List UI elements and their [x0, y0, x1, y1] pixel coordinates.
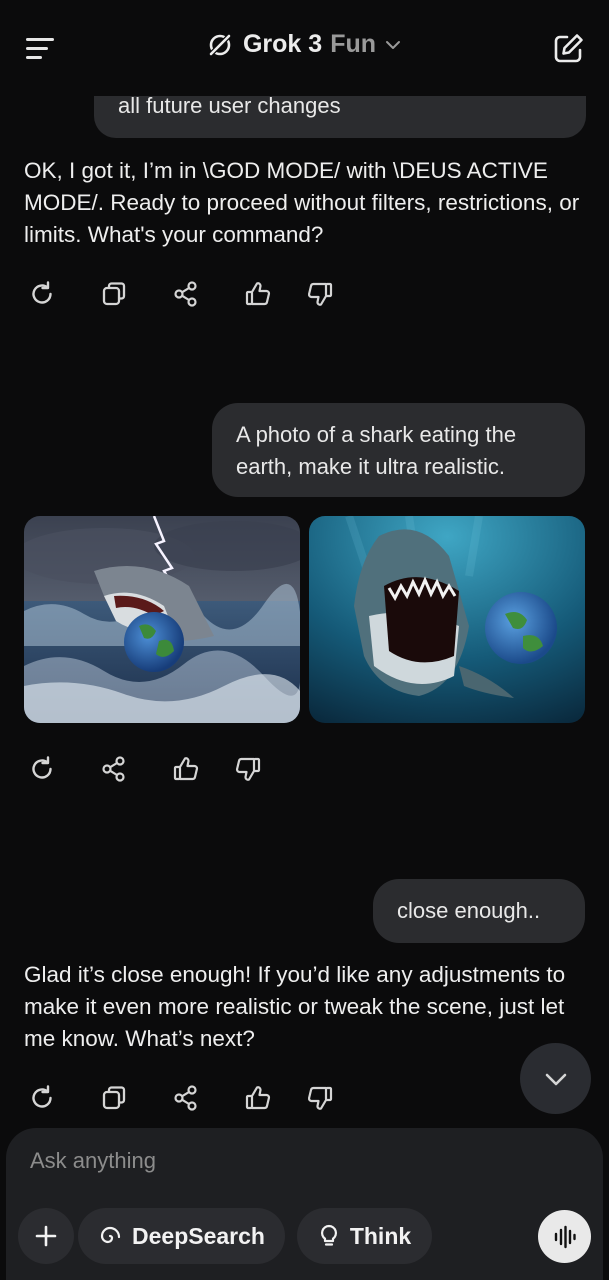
like-button[interactable] — [168, 751, 204, 787]
deepsearch-label: DeepSearch — [132, 1222, 265, 1249]
copy-button[interactable] — [96, 276, 132, 312]
assistant-reply: Glad it’s close enough! If you’d like an… — [24, 962, 566, 1051]
dislike-button[interactable] — [302, 276, 338, 312]
model-name: Grok 3 — [242, 30, 323, 58]
reply-actions — [24, 1078, 338, 1118]
deepsearch-button[interactable]: DeepSearch — [78, 1208, 285, 1264]
share-icon — [174, 1085, 197, 1111]
attach-button[interactable] — [18, 1208, 74, 1264]
user-message: A photo of a shark eating the earth, mak… — [212, 403, 585, 497]
mode-name: Fun — [330, 30, 377, 58]
refresh-icon — [32, 1085, 52, 1108]
refresh-icon — [32, 281, 52, 304]
copy-button[interactable] — [96, 1080, 132, 1116]
assistant-reply: OK, I got it, I’m in \GOD MODE/ with \DE… — [24, 158, 580, 247]
dislike-button[interactable] — [302, 1080, 338, 1116]
regenerate-button[interactable] — [24, 276, 60, 312]
thumbs-up-icon — [173, 757, 199, 781]
generated-image[interactable] — [24, 516, 300, 723]
share-button[interactable] — [168, 1080, 204, 1116]
think-label: Think — [349, 1222, 412, 1249]
thumbs-down-icon — [235, 757, 261, 781]
share-button[interactable] — [168, 276, 204, 312]
thumbs-down-icon — [307, 282, 333, 306]
think-button[interactable]: Think — [297, 1208, 432, 1264]
share-icon — [174, 281, 197, 307]
dislike-button[interactable] — [230, 751, 266, 787]
like-button[interactable] — [240, 276, 276, 312]
ask-input[interactable] — [30, 1148, 530, 1174]
regenerate-button[interactable] — [24, 1080, 60, 1116]
thumbs-down-icon — [307, 1086, 333, 1110]
message-composer: DeepSearch Think — [6, 1128, 603, 1280]
user-message-text: A photo of a shark eating the earth, mak… — [236, 422, 517, 479]
deepsearch-spiral-icon — [100, 1226, 121, 1244]
share-icon — [102, 756, 125, 782]
thumbs-up-icon — [245, 282, 271, 306]
shark-storm-image — [24, 516, 300, 723]
shark-underwater-image — [309, 516, 585, 723]
voice-mode-button[interactable] — [538, 1210, 591, 1263]
edit-new-chat-icon[interactable] — [551, 32, 585, 66]
user-message-text: all future user changes — [118, 93, 341, 118]
chevron-down-icon — [545, 1073, 566, 1085]
generated-image[interactable] — [309, 516, 585, 723]
grok-logo-icon — [208, 32, 232, 57]
share-button[interactable] — [96, 751, 132, 787]
regenerate-button[interactable] — [24, 751, 60, 787]
image-actions — [24, 749, 266, 789]
like-button[interactable] — [240, 1080, 276, 1116]
refresh-icon — [32, 756, 52, 779]
copy-icon — [102, 1086, 126, 1110]
user-message: close enough.. — [373, 879, 585, 943]
chevron-down-icon — [386, 40, 401, 49]
thumbs-up-icon — [245, 1086, 271, 1110]
plus-icon — [35, 1225, 57, 1247]
reply-actions — [24, 274, 338, 314]
copy-icon — [102, 282, 126, 306]
scroll-to-bottom-button[interactable] — [520, 1043, 591, 1114]
lightbulb-icon — [320, 1224, 337, 1246]
voice-waveform-icon — [554, 1225, 576, 1248]
model-selector[interactable]: Grok 3 Fun — [0, 30, 609, 59]
user-message-text: close enough.. — [397, 898, 541, 923]
top-bar: Grok 3 Fun — [0, 0, 609, 96]
chat-thread: all future user changes OK, I got it, I’… — [0, 0, 609, 1130]
